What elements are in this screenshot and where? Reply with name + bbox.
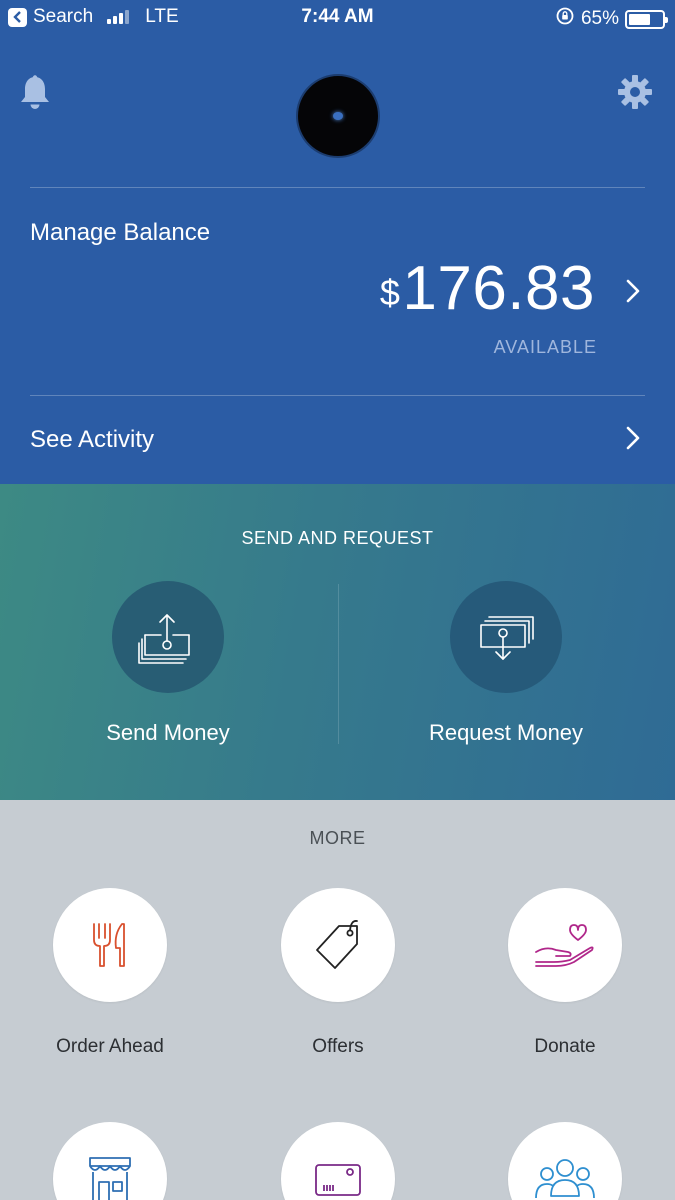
request-money-label[interactable]: Request Money (376, 720, 636, 746)
order-ahead-label[interactable]: Order Ahead (10, 1036, 210, 1058)
send-request-section: SEND AND REQUEST Send Money Request Mone… (0, 484, 675, 800)
send-money-label[interactable]: Send Money (38, 720, 298, 746)
chevron-right-icon[interactable] (624, 425, 642, 451)
more-section: MORE Order Ahead Offers Donate (0, 800, 675, 1200)
tag-icon (316, 920, 358, 969)
see-activity-link[interactable]: See Activity (30, 426, 154, 454)
currency-symbol: $ (379, 272, 401, 313)
card-button[interactable] (281, 1122, 395, 1200)
balance-header: Search LTE 7:44 AM 65% Manage Balance $1… (0, 0, 675, 484)
offers-label[interactable]: Offers (238, 1036, 438, 1058)
people-icon (535, 1159, 595, 1199)
chevron-right-icon[interactable] (624, 278, 642, 304)
offers-button[interactable] (281, 888, 395, 1002)
gear-icon[interactable] (617, 74, 653, 110)
send-money-icon (138, 614, 190, 664)
send-request-divider (338, 584, 339, 744)
request-money-icon (480, 616, 534, 660)
send-request-title: SEND AND REQUEST (241, 528, 434, 548)
rotation-lock-icon (555, 6, 575, 32)
fork-knife-icon (93, 923, 125, 967)
more-title: MORE (309, 828, 366, 848)
send-money-button[interactable] (112, 581, 224, 693)
bell-icon[interactable] (18, 74, 52, 112)
balance-divider (30, 395, 645, 396)
avatar[interactable] (296, 74, 380, 158)
donate-button[interactable] (508, 888, 622, 1002)
request-money-button[interactable] (450, 581, 562, 693)
balance-value: 176.83 (402, 254, 595, 323)
hand-heart-icon (535, 924, 594, 967)
status-right: 65% (555, 6, 668, 32)
balance-amount[interactable]: $176.83 (380, 256, 595, 322)
status-bar: Search LTE 7:44 AM 65% (0, 0, 675, 36)
avatar-image (333, 112, 343, 120)
header-divider (30, 187, 645, 188)
groups-button[interactable] (508, 1122, 622, 1200)
battery-icon (625, 9, 668, 29)
shop-button[interactable] (53, 1122, 167, 1200)
storefront-icon (89, 1157, 131, 1200)
battery-percent: 65% (580, 8, 619, 29)
order-ahead-button[interactable] (53, 888, 167, 1002)
available-label: AVAILABLE (493, 337, 597, 357)
card-icon (315, 1164, 361, 1196)
donate-label[interactable]: Donate (465, 1036, 665, 1058)
manage-balance-label[interactable]: Manage Balance (30, 219, 210, 247)
